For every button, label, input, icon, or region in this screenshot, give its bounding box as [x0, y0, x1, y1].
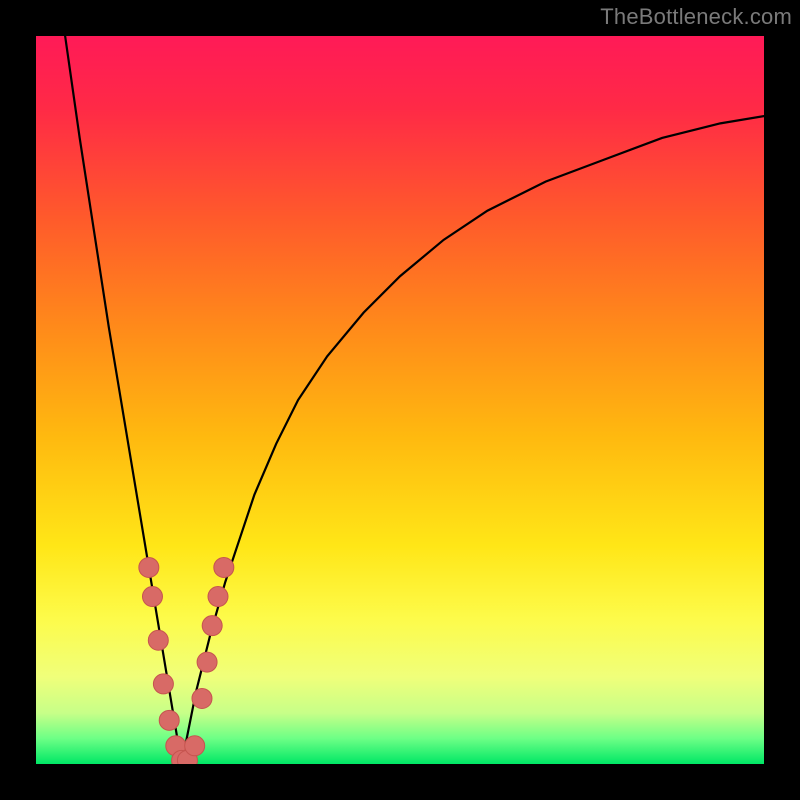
chart-svg: [36, 36, 764, 764]
marker-dot: [214, 557, 234, 577]
marker-dot: [159, 710, 179, 730]
watermark-text: TheBottleneck.com: [600, 4, 792, 30]
marker-dot: [192, 688, 212, 708]
plot-area: [36, 36, 764, 764]
gradient-background: [36, 36, 764, 764]
marker-dot: [202, 616, 222, 636]
marker-dot: [148, 630, 168, 650]
marker-dot: [139, 557, 159, 577]
marker-dot: [185, 736, 205, 756]
marker-dot: [197, 652, 217, 672]
marker-dot: [153, 674, 173, 694]
outer-frame: TheBottleneck.com: [0, 0, 800, 800]
marker-dot: [208, 587, 228, 607]
marker-dot: [142, 587, 162, 607]
